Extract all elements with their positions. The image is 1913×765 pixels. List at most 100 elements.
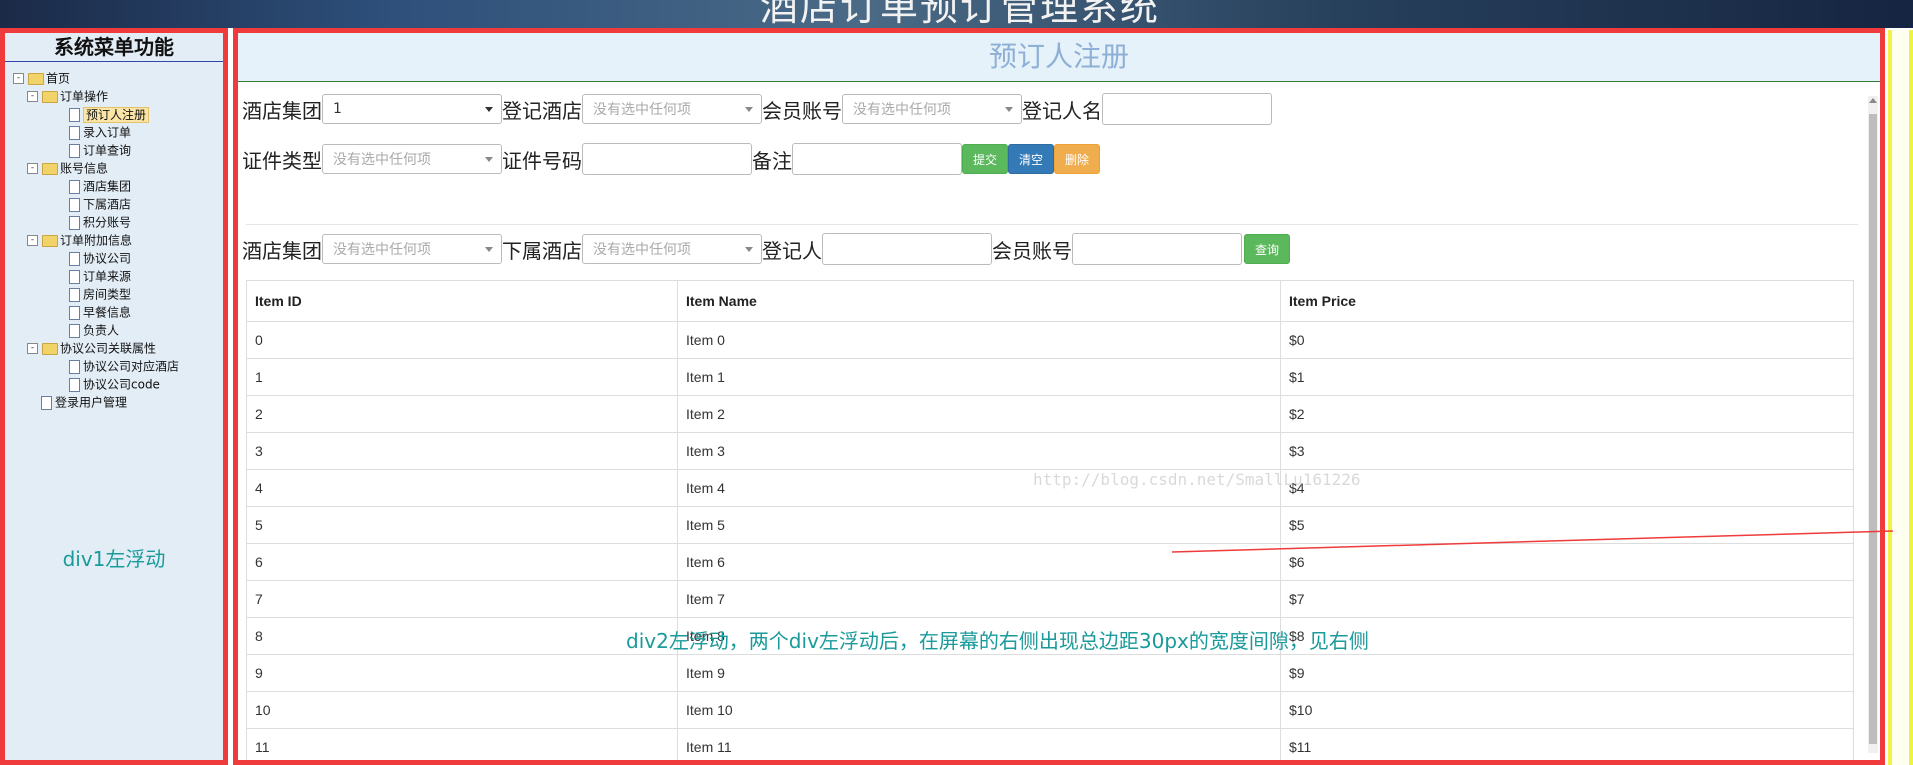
tree-file-item[interactable]: 协议公司code [69, 376, 160, 392]
watermark: http://blog.csdn.net/SmallLu161226 [1033, 470, 1361, 489]
table-row[interactable]: 9 Item 9 $9 [246, 654, 1854, 692]
table-cell: 2 [246, 395, 678, 433]
register-name-input[interactable] [1102, 93, 1272, 125]
table-cell: $5 [1280, 506, 1854, 544]
query-member-account-label: 会员账号 [992, 238, 1072, 263]
tree-file-item[interactable]: 录入订单 [69, 124, 131, 140]
tree-item-label: 录入订单 [83, 125, 132, 140]
query-member-account-input[interactable] [1072, 233, 1242, 265]
table-row[interactable]: 0 Item 0 $0 [246, 321, 1854, 359]
table-cell: Item 2 [677, 395, 1281, 433]
hotel-group-value: 1 [333, 101, 342, 117]
collapse-toggle-icon[interactable]: - [13, 73, 24, 84]
tree-item-label: 协议公司关联属性 [60, 341, 157, 356]
file-icon [69, 287, 80, 302]
file-icon [69, 179, 80, 194]
tree-folder-item[interactable]: - 账号信息 [27, 160, 108, 176]
tree-folder-item[interactable]: - 首页 [13, 70, 70, 86]
register-hotel-select[interactable]: 没有选中任何项 [582, 94, 762, 124]
collapse-toggle-icon[interactable]: - [27, 163, 38, 174]
folder-icon [42, 162, 58, 175]
content-area: 酒店集团 1 登记酒店 没有选中任何项 会员账号 没有选中任何项 登记人名 证件… [238, 88, 1858, 760]
id-type-select[interactable]: 没有选中任何项 [322, 144, 502, 174]
file-icon [69, 377, 80, 392]
table-row[interactable]: 10 Item 10 $10 [246, 691, 1854, 729]
table-cell: 5 [246, 506, 678, 544]
table-body: 0 Item 0 $0 1 Item 1 $1 2 Item 2 $2 3 Item 3 $3 4 Ite… [246, 321, 1854, 760]
table-cell: $9 [1280, 654, 1854, 692]
tree-file-item[interactable]: 订单查询 [69, 142, 131, 158]
vertical-scrollbar[interactable] [1868, 96, 1878, 753]
id-type-placeholder: 没有选中任何项 [333, 152, 431, 168]
table-cell: Item 9 [677, 654, 1281, 692]
file-icon [69, 125, 80, 140]
tree-file-item[interactable]: 负责人 [69, 322, 119, 338]
delete-button[interactable]: 删除 [1054, 144, 1100, 174]
query-hotel-group-select[interactable]: 没有选中任何项 [322, 234, 502, 264]
collapse-toggle-icon[interactable]: - [27, 235, 38, 246]
table-cell: $3 [1280, 432, 1854, 470]
tree-file-item[interactable]: 积分账号 [69, 214, 131, 230]
tree-file-item[interactable]: 下属酒店 [69, 196, 131, 212]
file-icon [69, 251, 80, 266]
tree-file-item[interactable]: 房间类型 [69, 286, 131, 302]
collapse-toggle-icon[interactable]: - [27, 91, 38, 102]
column-header[interactable]: Item Price [1280, 280, 1854, 322]
member-account-placeholder: 没有选中任何项 [853, 102, 951, 118]
tree-file-item[interactable]: 酒店集团 [69, 178, 131, 194]
table-header-row: Item ID Item Name Item Price [246, 280, 1854, 322]
tree-item-label: 预订人注册 [83, 106, 150, 123]
tree-file-item[interactable]: 订单来源 [69, 268, 131, 284]
collapse-toggle-icon[interactable]: - [27, 343, 38, 354]
table-cell: $7 [1280, 580, 1854, 618]
table-cell: 3 [246, 432, 678, 470]
column-header[interactable]: Item ID [246, 280, 678, 322]
clear-button[interactable]: 清空 [1008, 144, 1054, 174]
member-account-select[interactable]: 没有选中任何项 [842, 94, 1022, 124]
main-panel: 预订人注册 酒店集团 1 登记酒店 没有选中任何项 会员账号 没有选中任何项 登… [233, 28, 1885, 765]
file-icon [69, 215, 80, 230]
scrollbar-thumb[interactable] [1869, 114, 1877, 744]
remark-input[interactable] [792, 143, 962, 175]
query-button[interactable]: 查询 [1244, 234, 1290, 264]
tree-file-item[interactable]: 协议公司对应酒店 [69, 358, 179, 374]
tree-file-item[interactable]: 早餐信息 [69, 304, 131, 320]
header-banner: 酒店订单预订管理系统 [0, 0, 1913, 28]
sub-hotel-placeholder: 没有选中任何项 [593, 242, 691, 258]
tree-file-item[interactable]: 协议公司 [69, 250, 131, 266]
scroll-up-arrow-icon[interactable] [1869, 98, 1877, 103]
remark-label: 备注 [752, 148, 792, 173]
submit-button[interactable]: 提交 [962, 144, 1008, 174]
div1-annotation: div1左浮动 [62, 547, 166, 571]
column-header[interactable]: Item Name [677, 280, 1281, 322]
table-row[interactable]: 11 Item 11 $11 [246, 728, 1854, 760]
id-number-input[interactable] [582, 143, 752, 175]
tree-file-item[interactable]: 预订人注册 [69, 106, 150, 123]
table-cell: $6 [1280, 543, 1854, 581]
tree-file-item[interactable]: 登录用户管理 [41, 394, 127, 410]
table-row[interactable]: 6 Item 6 $6 [246, 543, 1854, 581]
tree-folder-item[interactable]: - 订单操作 [27, 88, 108, 104]
table-row[interactable]: 7 Item 7 $7 [246, 580, 1854, 618]
table-cell: Item 1 [677, 358, 1281, 396]
sub-hotel-select[interactable]: 没有选中任何项 [582, 234, 762, 264]
hotel-group-select[interactable]: 1 [322, 94, 502, 124]
registrant-input[interactable] [822, 233, 992, 265]
register-form-row-2: 证件类型 没有选中任何项 证件号码 备注 提交 清空 删除 [242, 142, 1100, 176]
tree-folder-item[interactable]: - 协议公司关联属性 [27, 340, 156, 356]
table-cell: $0 [1280, 321, 1854, 359]
hotel-group-label: 酒店集团 [242, 98, 322, 123]
tree-item-label: 首页 [46, 71, 71, 86]
table-row[interactable]: 3 Item 3 $3 [246, 432, 1854, 470]
register-form-row-1: 酒店集团 1 登记酒店 没有选中任何项 会员账号 没有选中任何项 登记人名 [242, 92, 1272, 126]
table-cell: $10 [1280, 691, 1854, 729]
table-cell: Item 7 [677, 580, 1281, 618]
query-hotel-group-placeholder: 没有选中任何项 [333, 242, 431, 258]
tree-folder-item[interactable]: - 订单附加信息 [27, 232, 132, 248]
table-row[interactable]: 2 Item 2 $2 [246, 395, 1854, 433]
table-cell: Item 3 [677, 432, 1281, 470]
table-cell: Item 10 [677, 691, 1281, 729]
tree-item-label: 酒店集团 [83, 179, 132, 194]
table-row[interactable]: 1 Item 1 $1 [246, 358, 1854, 396]
table-row[interactable]: 5 Item 5 $5 [246, 506, 1854, 544]
